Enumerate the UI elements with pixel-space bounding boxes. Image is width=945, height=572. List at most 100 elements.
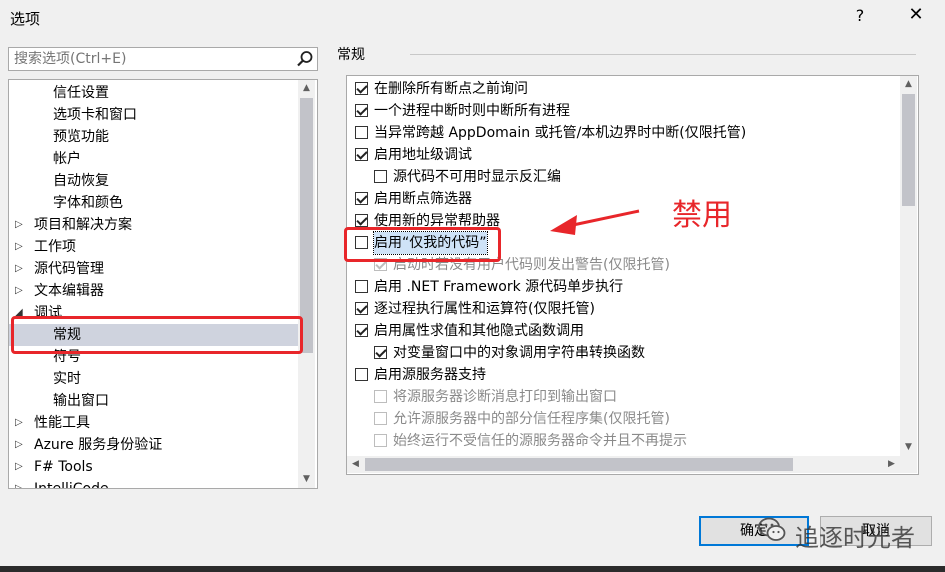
tree-item[interactable]: ▷ 文本编辑器 bbox=[9, 280, 299, 302]
highlight-box-general bbox=[11, 316, 303, 354]
options-list[interactable]: 在删除所有断点之前询问一个进程中断时则中断所有进程当异常跨越 AppDomain… bbox=[346, 75, 919, 475]
option-checkbox bbox=[374, 434, 387, 447]
option-label: 允许源服务器中的部分信任程序集(仅限托管) bbox=[393, 411, 670, 427]
option-label: 对变量窗口中的对象调用字符串转换函数 bbox=[393, 345, 645, 361]
option-checkbox bbox=[374, 412, 387, 425]
tree-item-label: 实时 bbox=[53, 371, 81, 387]
scroll-down-icon[interactable]: ▼ bbox=[900, 439, 917, 456]
option-label: 始终运行不受信任的源服务器命令并且不再提示 bbox=[393, 433, 687, 449]
tree-item[interactable]: 字体和颜色 bbox=[9, 192, 299, 214]
tree-item[interactable]: 实时 bbox=[9, 368, 299, 390]
options-tree[interactable]: 信任设置选项卡和窗口 预览功能帐户自动恢复字体和颜色 ▷ 项目和解决方案 ▷ 工作项 ▷ 源代… bbox=[8, 79, 318, 489]
option-checkbox bbox=[374, 390, 387, 403]
tree-item-label: Azure 服务身份验证 bbox=[34, 437, 163, 453]
option-label: 启用断点筛选器 bbox=[374, 191, 472, 207]
option-checkbox[interactable] bbox=[355, 148, 368, 161]
highlight-box-just-my-code bbox=[344, 227, 501, 262]
collapsed-arrow-icon[interactable]: ▷ bbox=[15, 456, 23, 478]
tree-item[interactable]: ▷ F# Tools bbox=[9, 456, 299, 478]
collapsed-arrow-icon[interactable]: ▷ bbox=[15, 236, 23, 258]
tree-item[interactable]: 自动恢复 bbox=[9, 170, 299, 192]
search-box[interactable] bbox=[8, 47, 318, 71]
tree-item-label: 输出窗口 bbox=[53, 393, 109, 409]
search-icon[interactable] bbox=[296, 50, 314, 68]
tree-item-label: F# Tools bbox=[34, 459, 93, 475]
options-vscroll-thumb[interactable] bbox=[902, 94, 915, 206]
tree-item-label: 预览功能 bbox=[53, 129, 109, 145]
group-divider bbox=[410, 54, 916, 55]
scroll-up-icon[interactable]: ▲ bbox=[298, 80, 315, 97]
option-checkbox[interactable] bbox=[355, 214, 368, 227]
option-label: 将源服务器诊断消息打印到输出窗口 bbox=[393, 389, 617, 405]
option-label: 源代码不可用时显示反汇编 bbox=[393, 169, 561, 185]
collapsed-arrow-icon[interactable]: ▷ bbox=[15, 412, 23, 434]
tree-item[interactable]: 信任设置 bbox=[9, 82, 299, 104]
annotation-label: 禁用 bbox=[672, 198, 732, 233]
scroll-down-icon[interactable]: ▼ bbox=[298, 471, 315, 488]
tree-item-label: IntelliCode bbox=[34, 481, 109, 489]
taskbar-edge bbox=[0, 566, 945, 572]
close-button[interactable]: ✕ bbox=[904, 4, 928, 25]
option-label: 启用 .NET Framework 源代码单步执行 bbox=[374, 279, 624, 295]
watermark-text: 追逐时光者 bbox=[795, 524, 915, 552]
group-title: 常规 bbox=[337, 47, 365, 63]
option-label: 一个进程中断时则中断所有进程 bbox=[374, 103, 570, 119]
tree-item[interactable]: ▷ IntelliCode bbox=[9, 478, 299, 489]
option-checkbox[interactable] bbox=[374, 346, 387, 359]
options-hscrollbar[interactable]: ◀ ▶ bbox=[347, 456, 900, 473]
annotation-arrow-icon bbox=[550, 209, 640, 235]
tree-scrollbar[interactable]: ▲ ▼ bbox=[298, 80, 315, 488]
tree-item-label: 工作项 bbox=[34, 239, 76, 255]
option-label: 启用属性求值和其他隐式函数调用 bbox=[374, 323, 584, 339]
tree-item[interactable]: ▷ Azure 服务身份验证 bbox=[9, 434, 299, 456]
option-checkbox[interactable] bbox=[355, 126, 368, 139]
window-title: 选项 bbox=[10, 10, 41, 28]
tree-item-label: 文本编辑器 bbox=[34, 283, 104, 299]
option-checkbox[interactable] bbox=[355, 104, 368, 117]
tree-item[interactable]: 选项卡和窗口 bbox=[9, 104, 299, 126]
options-vscrollbar[interactable]: ▲ ▼ bbox=[900, 76, 917, 456]
tree-scroll-thumb[interactable] bbox=[300, 98, 313, 353]
tree-item-label: 帐户 bbox=[53, 151, 81, 167]
option-checkbox[interactable] bbox=[355, 280, 368, 293]
scrollbar-corner bbox=[900, 456, 917, 473]
scroll-up-icon[interactable]: ▲ bbox=[900, 76, 917, 93]
tree-item[interactable]: ▷ 源代码管理 bbox=[9, 258, 299, 280]
option-label: 当异常跨越 AppDomain 或托管/本机边界时中断(仅限托管) bbox=[374, 125, 747, 141]
option-label: 在删除所有断点之前询问 bbox=[374, 81, 528, 97]
tree-item-label: 字体和颜色 bbox=[53, 195, 123, 211]
tree-item[interactable]: 输出窗口 bbox=[9, 390, 299, 412]
tree-item-label: 性能工具 bbox=[34, 415, 90, 431]
ok-button[interactable]: 确定 bbox=[699, 516, 809, 546]
collapsed-arrow-icon[interactable]: ▷ bbox=[15, 214, 23, 236]
option-checkbox[interactable] bbox=[355, 302, 368, 315]
tree-item[interactable]: 帐户 bbox=[9, 148, 299, 170]
tree-item-label: 项目和解决方案 bbox=[34, 217, 132, 233]
collapsed-arrow-icon[interactable]: ▷ bbox=[15, 280, 23, 302]
tree-item-label: 信任设置 bbox=[53, 85, 109, 101]
collapsed-arrow-icon[interactable]: ▷ bbox=[15, 478, 23, 488]
tree-item[interactable]: ▷ 项目和解决方案 bbox=[9, 214, 299, 236]
options-hscroll-thumb[interactable] bbox=[365, 458, 793, 471]
option-checkbox[interactable] bbox=[355, 324, 368, 337]
scroll-left-icon[interactable]: ◀ bbox=[347, 456, 364, 473]
tree-item[interactable]: ▷ 工作项 bbox=[9, 236, 299, 258]
option-label: 逐过程执行属性和运算符(仅限托管) bbox=[374, 301, 595, 317]
collapsed-arrow-icon[interactable]: ▷ bbox=[15, 258, 23, 280]
collapsed-arrow-icon[interactable]: ▷ bbox=[15, 434, 23, 456]
option-label: 启用源服务器支持 bbox=[374, 367, 486, 383]
tree-item-label: 选项卡和窗口 bbox=[53, 107, 137, 123]
option-checkbox[interactable] bbox=[374, 170, 387, 183]
help-button[interactable]: ? bbox=[852, 6, 868, 25]
tree-item-label: 自动恢复 bbox=[53, 173, 109, 189]
option-label: 启用地址级调试 bbox=[374, 147, 472, 163]
tree-item[interactable]: ▷ 性能工具 bbox=[9, 412, 299, 434]
wechat-icon bbox=[758, 517, 786, 541]
scroll-right-icon[interactable]: ▶ bbox=[883, 456, 900, 473]
option-checkbox[interactable] bbox=[355, 192, 368, 205]
tree-item[interactable]: 预览功能 bbox=[9, 126, 299, 148]
search-input[interactable] bbox=[9, 48, 284, 70]
option-checkbox[interactable] bbox=[355, 82, 368, 95]
tree-item-label: 源代码管理 bbox=[34, 261, 104, 277]
option-checkbox[interactable] bbox=[355, 368, 368, 381]
